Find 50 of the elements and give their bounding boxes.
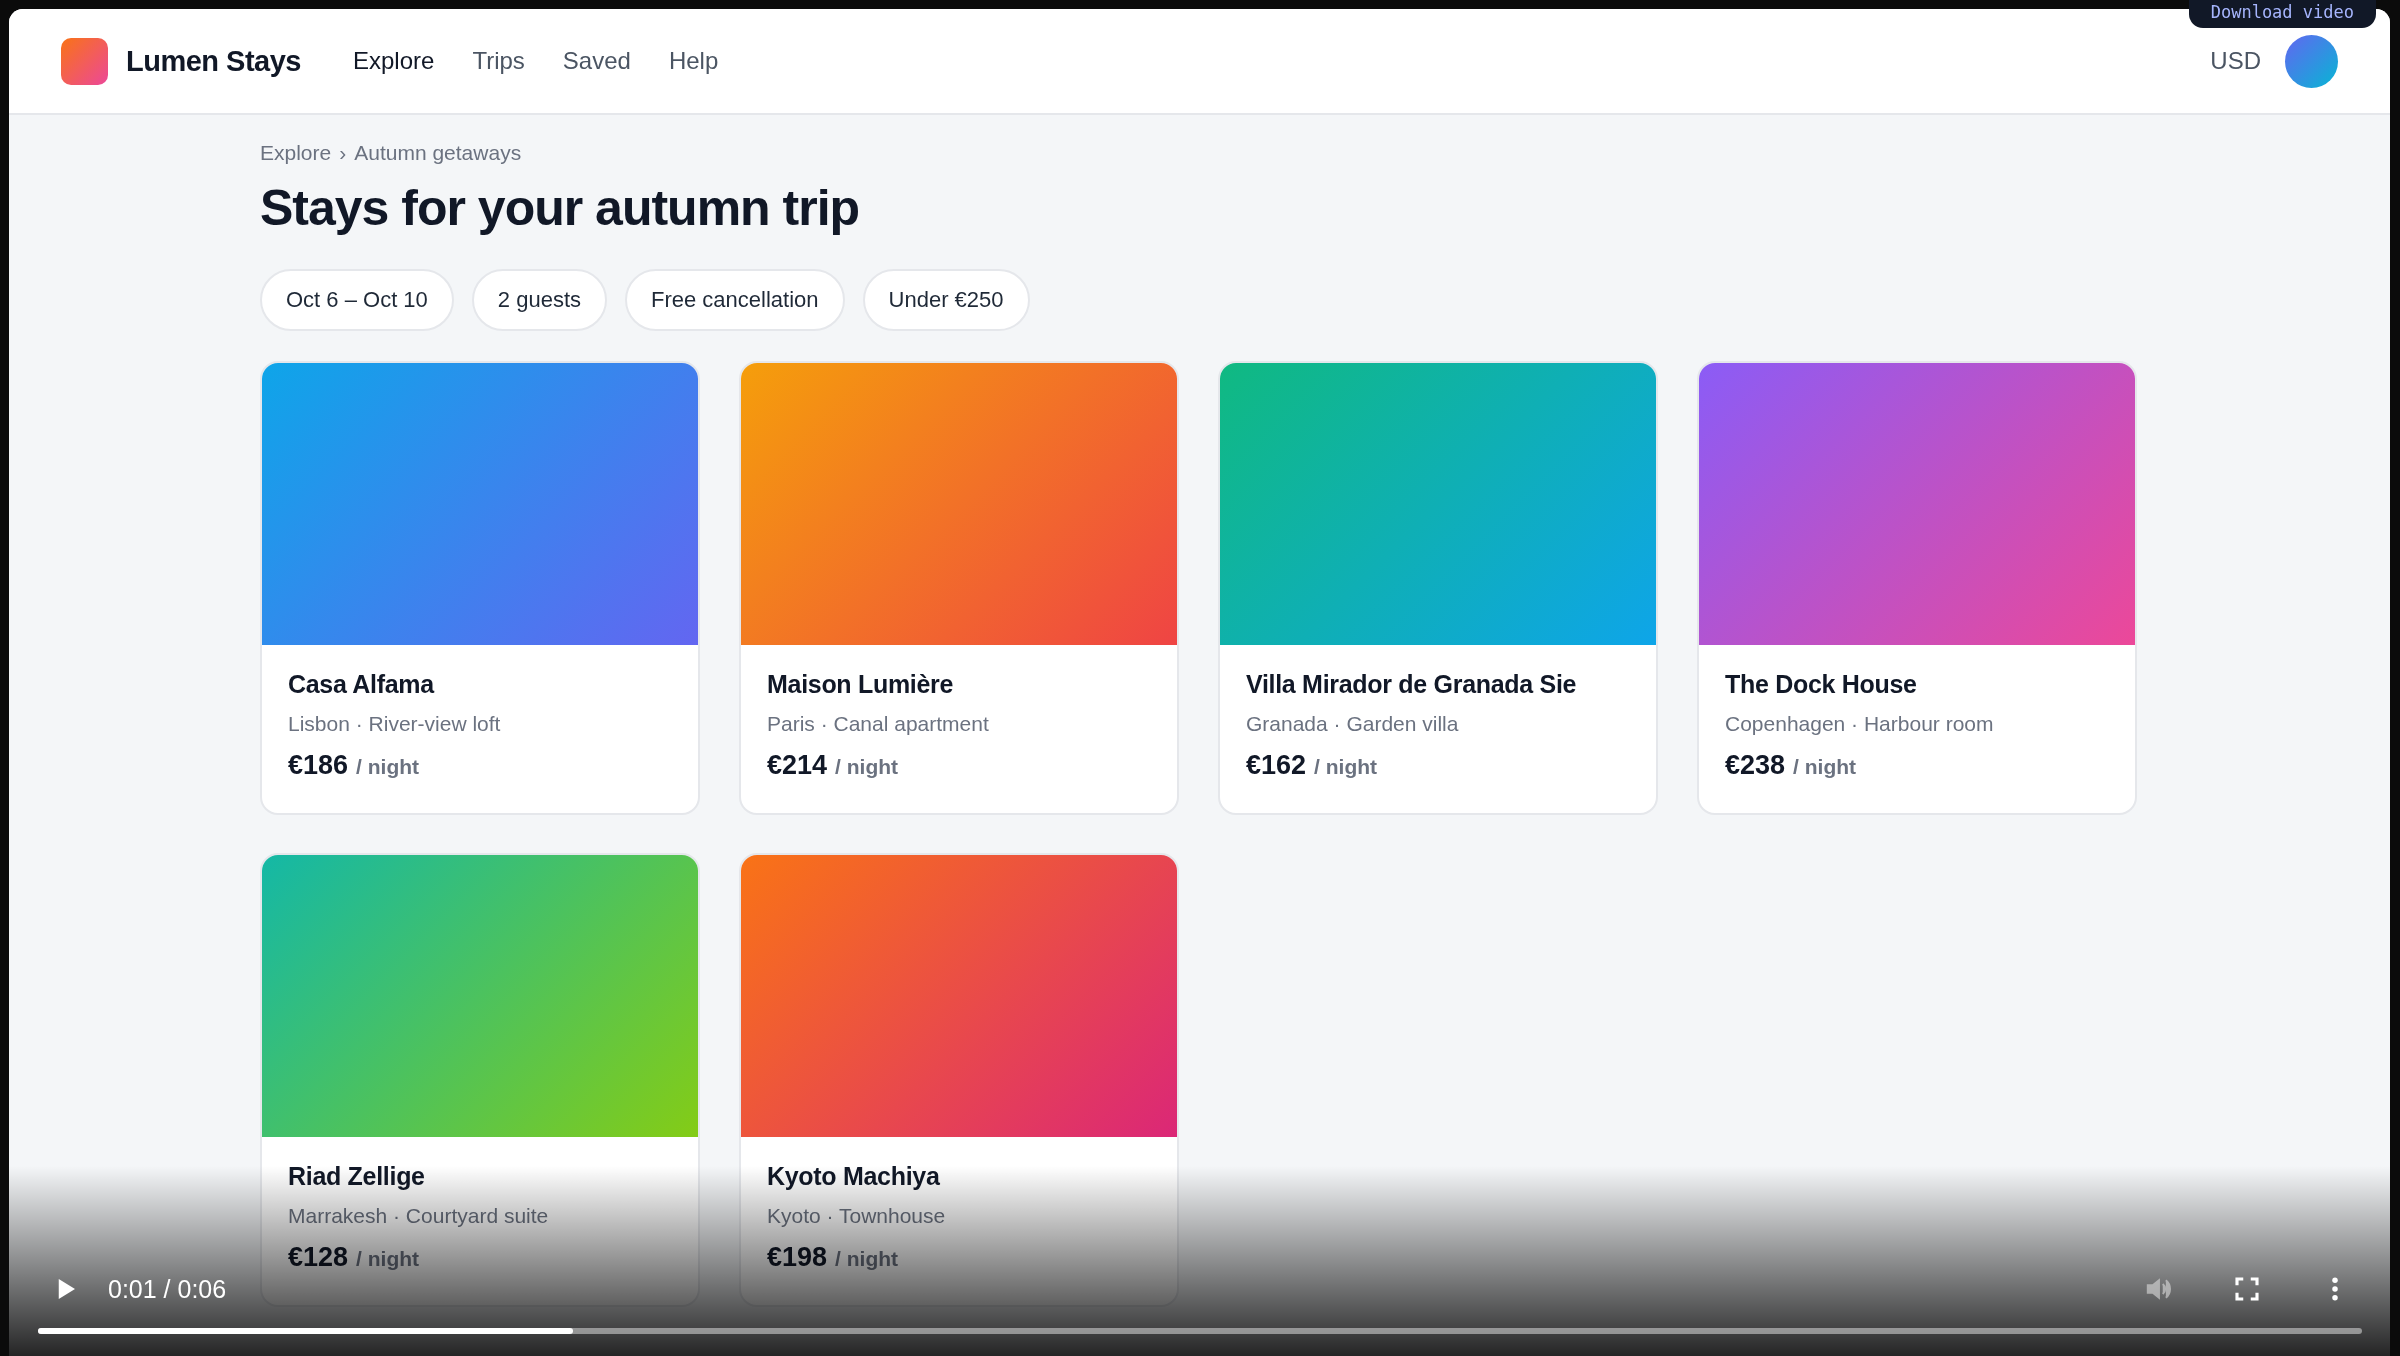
nav-link[interactable]: Trips: [472, 47, 525, 75]
stay-location: Marrakesh · Courtyard suite: [288, 1204, 550, 1229]
stay-name: Villa Mirador de Granada Sie: [1246, 669, 1578, 700]
fullscreen-icon[interactable]: [2232, 1274, 2262, 1304]
stay-price: €198: [767, 1242, 828, 1274]
price-unit: / night: [356, 1247, 420, 1272]
stay-name: The Dock House: [1725, 669, 1918, 700]
stay-price: €238: [1725, 750, 1786, 782]
stay-price: €214: [767, 750, 828, 782]
breadcrumb-link[interactable]: Explore: [260, 141, 332, 165]
price-unit: / night: [835, 755, 899, 780]
stay-name: Riad Zellige: [288, 1161, 426, 1192]
filter-chip[interactable]: 2 guests: [471, 269, 607, 331]
brand-name: Lumen Stays: [126, 44, 301, 78]
video-time: 0:01 / 0:06: [108, 1274, 227, 1304]
stay-card[interactable]: Riad Zellige Marrakesh · Courtyard suite €128 / night: [260, 853, 700, 1307]
stay-card[interactable]: Villa Mirador de Granada Sie Granada · Garden villa €162 / night: [1218, 361, 1658, 815]
breadcrumb-separator: ›: [339, 141, 347, 165]
stay-card[interactable]: The Dock House Copenhagen · Harbour room €238 / night: [1697, 361, 2137, 815]
stay-card[interactable]: Casa Alfama Lisbon · River-view loft €186 / night: [260, 361, 700, 815]
stay-location: Copenhagen · Harbour room: [1725, 712, 1995, 737]
price-unit: / night: [1314, 755, 1378, 780]
stay-name: Kyoto Machiya: [767, 1161, 941, 1192]
stay-location: Lisbon · River-view loft: [288, 712, 502, 737]
filter-chip[interactable]: Free cancellation: [625, 269, 845, 331]
tooltip: Download video: [2188, 0, 2376, 28]
stay-location: Kyoto · Townhouse: [767, 1204, 947, 1229]
stay-location: Paris · Canal apartment: [767, 712, 990, 737]
stay-card[interactable]: Kyoto Machiya Kyoto · Townhouse €198 / night: [739, 853, 1179, 1307]
progress-bar[interactable]: [38, 1328, 2362, 1334]
logo-icon: [61, 37, 108, 85]
stay-name: Casa Alfama: [288, 669, 436, 700]
filter-chip[interactable]: Under €250: [862, 269, 1030, 331]
stay-price: €186: [288, 750, 349, 782]
stay-location: Granada · Garden villa: [1246, 712, 1460, 737]
stay-price: €128: [288, 1242, 349, 1274]
currency-selector[interactable]: USD: [2210, 47, 2261, 75]
stay-price: €162: [1246, 750, 1307, 782]
price-unit: / night: [356, 755, 420, 780]
stay-name: Maison Lumière: [767, 669, 955, 700]
stay-card[interactable]: Maison Lumière Paris · Canal apartment €214 / night: [739, 361, 1179, 815]
breadcrumb-link[interactable]: Autumn getaways: [354, 141, 522, 165]
nav-link[interactable]: Help: [668, 47, 719, 75]
filter-chip[interactable]: Oct 6 – Oct 10: [260, 269, 454, 331]
price-unit: / night: [1793, 755, 1857, 780]
avatar[interactable]: [2285, 34, 2338, 88]
nav-link[interactable]: Explore: [353, 47, 435, 75]
page-title: Stays for your autumn trip: [260, 179, 861, 237]
price-unit: / night: [835, 1247, 899, 1272]
nav-link[interactable]: Saved: [562, 47, 631, 75]
